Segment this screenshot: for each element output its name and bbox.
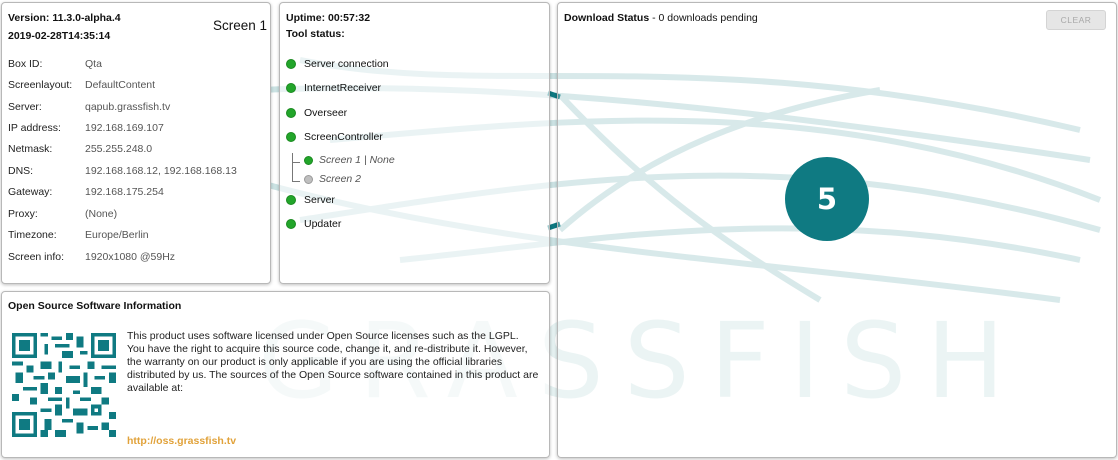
download-status-count: - 0 downloads pending — [649, 12, 758, 24]
status-dot-green-icon — [304, 155, 313, 165]
screen-label: Screen 1 — [213, 18, 268, 33]
oss-title: Open Source Software Information — [8, 300, 182, 312]
tree-connector — [292, 162, 300, 163]
info-row-ip-address: IP address: 192.168.169.107 — [8, 122, 164, 134]
info-row-screenlayout: Screenlayout: DefaultContent — [8, 79, 156, 91]
oss-description: This product uses software licensed unde… — [127, 330, 539, 394]
status-dot-grey-icon — [304, 174, 313, 184]
download-status-label: Download Status - 0 downloads pending — [564, 12, 758, 24]
status-dot-green-icon — [286, 59, 296, 69]
build-date: 2019-02-28T14:35:14 — [8, 30, 111, 42]
screen-1-status: Screen 1 | None — [304, 154, 395, 166]
status-dot-green-icon — [286, 83, 296, 93]
status-dot-green-icon — [286, 132, 296, 142]
tool-screencontroller: ScreenController — [286, 131, 383, 143]
screen-number-badge: 5 — [785, 157, 869, 241]
status-dot-green-icon — [286, 195, 296, 205]
info-row-server: Server: qapub.grassfish.tv — [8, 101, 171, 113]
status-dot-green-icon — [286, 219, 296, 229]
info-row-screen-info: Screen info: 1920x1080 @59Hz — [8, 251, 176, 263]
oss-link[interactable]: http://oss.grassfish.tv — [127, 435, 236, 447]
tool-server: Server — [286, 194, 335, 206]
tool-status-heading: Tool status: — [286, 28, 345, 40]
screen-2-status: Screen 2 — [304, 173, 361, 185]
info-row-box-id: Box ID: Qta — [8, 58, 102, 70]
info-row-timezone: Timezone: Europe/Berlin — [8, 229, 149, 241]
tool-internetreceiver: InternetReceiver — [286, 82, 381, 94]
tool-updater: Updater — [286, 218, 341, 230]
uptime-label: Uptime: 00:57:32 — [286, 12, 371, 24]
qr-code-icon — [12, 333, 116, 437]
tool-overseer: Overseer — [286, 107, 347, 119]
open-source-info-panel: Open Source Software Information This pr… — [1, 291, 550, 458]
info-row-netmask: Netmask: 255.255.248.0 — [8, 143, 153, 155]
info-row-gateway: Gateway: 192.168.175.254 — [8, 186, 164, 198]
download-status-title: Download Status — [564, 12, 650, 24]
tree-connector — [292, 153, 293, 181]
version-label: Version: 11.3.0-alpha.4 — [8, 12, 121, 24]
device-info-panel: Version: 11.3.0-alpha.4 2019-02-28T14:35… — [1, 2, 271, 284]
tool-status-panel: Uptime: 00:57:32 Tool status: Server con… — [279, 2, 550, 284]
info-row-dns: DNS: 192.168.168.12, 192.168.168.13 — [8, 165, 237, 177]
info-row-proxy: Proxy: (None) — [8, 208, 118, 220]
status-dot-green-icon — [286, 108, 296, 118]
tree-connector — [292, 181, 300, 182]
tool-server-connection: Server connection — [286, 58, 389, 70]
clear-button[interactable]: CLEAR — [1046, 10, 1106, 30]
